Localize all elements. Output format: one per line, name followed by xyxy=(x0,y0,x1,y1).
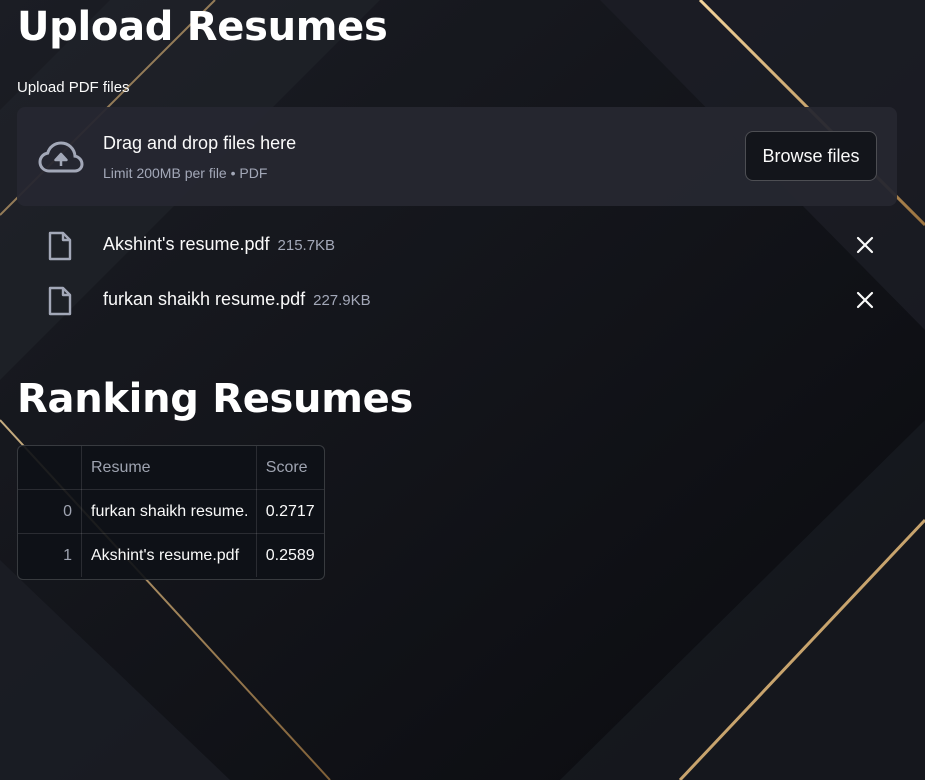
upload-label: Upload PDF files xyxy=(17,79,130,96)
upload-title: Upload Resumes xyxy=(17,4,388,50)
column-header-score[interactable]: Score xyxy=(256,446,324,490)
uploaded-file-row: furkan shaikh resume.pdf 227.9KB xyxy=(17,280,897,320)
cell-score[interactable]: 0.2717 xyxy=(256,489,324,534)
file-dropzone[interactable]: Drag and drop files here Limit 200MB per… xyxy=(17,107,897,206)
cell-resume[interactable]: furkan shaikh resume. xyxy=(81,489,257,534)
column-header-index[interactable] xyxy=(18,446,82,490)
cell-resume[interactable]: Akshint's resume.pdf xyxy=(81,533,257,577)
table-row: 1 Akshint's resume.pdf 0.2589 xyxy=(18,533,324,578)
table-header-row: Resume Score xyxy=(18,446,324,490)
row-index[interactable]: 0 xyxy=(18,489,82,534)
file-icon xyxy=(48,286,72,316)
ranking-title: Ranking Resumes xyxy=(17,376,413,422)
cell-score[interactable]: 0.2589 xyxy=(256,534,324,578)
browse-files-button[interactable]: Browse files xyxy=(745,131,877,181)
row-index[interactable]: 1 xyxy=(18,533,82,577)
dropzone-limit-hint: Limit 200MB per file • PDF xyxy=(103,165,268,181)
file-size: 215.7KB xyxy=(277,237,336,254)
ranking-table[interactable]: Resume Score 0 furkan shaikh resume. 0.2… xyxy=(17,445,325,580)
table-row: 0 furkan shaikh resume. 0.2717 xyxy=(18,489,324,534)
close-icon[interactable] xyxy=(855,290,875,310)
file-name: furkan shaikh resume.pdf 227.9KB xyxy=(103,289,371,309)
file-size: 227.9KB xyxy=(313,292,371,309)
cloud-upload-icon xyxy=(38,141,84,173)
column-header-resume[interactable]: Resume xyxy=(81,446,257,490)
file-icon xyxy=(48,231,72,261)
file-name: Akshint's resume.pdf 215.7KB xyxy=(103,234,336,254)
close-icon[interactable] xyxy=(855,235,875,255)
uploaded-file-row: Akshint's resume.pdf 215.7KB xyxy=(17,225,897,265)
dropzone-instructions: Drag and drop files here xyxy=(103,133,297,153)
